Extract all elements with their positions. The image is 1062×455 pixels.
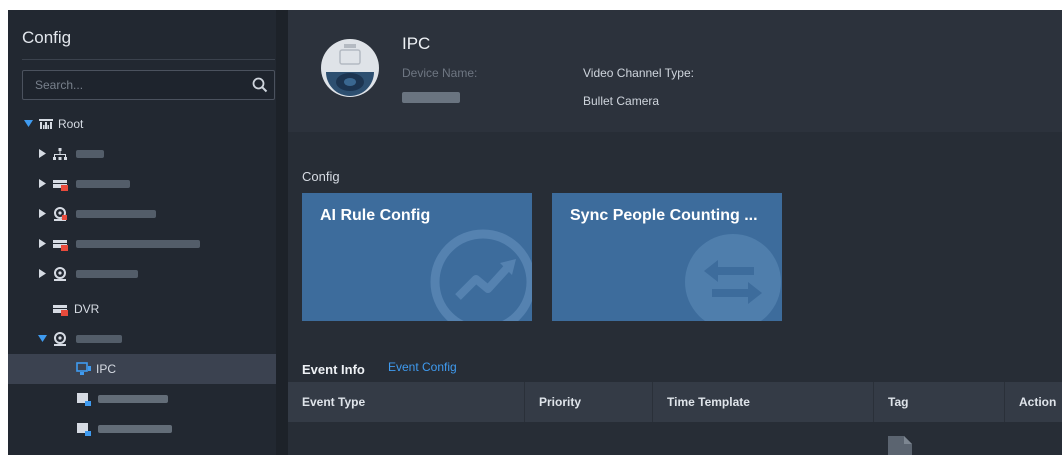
tree-node-camera[interactable] (8, 199, 276, 229)
divider (22, 59, 275, 60)
camera-device-icon (54, 267, 66, 281)
event-table-header: Event Type Priority Time Template Tag Ac… (288, 382, 1062, 422)
sidebar-scrollbar[interactable] (276, 10, 288, 455)
device-name-value-redacted (402, 92, 460, 103)
trend-chart-icon (430, 229, 532, 321)
device-avatar (320, 38, 380, 98)
caret-down-icon[interactable] (38, 334, 47, 343)
column-header-action[interactable]: Action (1005, 382, 1062, 422)
sidebar-title: Config (22, 28, 72, 47)
card-title: AI Rule Config (320, 207, 431, 224)
redacted-label (76, 270, 138, 278)
caret-right-icon[interactable] (38, 179, 47, 188)
video-channel-type-key: Video Channel Type: (583, 66, 694, 80)
sync-arrows-icon (685, 234, 781, 321)
tree-node-dvr[interactable]: DVR (8, 294, 276, 324)
caret-right-icon[interactable] (38, 269, 47, 278)
main-panel: IPC Device Name: Video Channel Type: Bul… (288, 10, 1062, 455)
redacted-label (76, 150, 104, 158)
tree-node-ipc[interactable]: IPC (8, 354, 276, 384)
redacted-label (98, 425, 172, 433)
tree-node-label: IPC (96, 362, 117, 376)
tree-node-channel[interactable] (8, 414, 276, 444)
tree-node-channel[interactable] (8, 384, 276, 414)
card-title: Sync People Counting ... (570, 207, 758, 224)
dome-camera-icon (321, 39, 379, 97)
caret-right-icon[interactable] (38, 209, 47, 218)
tree-node-label: DVR (74, 302, 100, 316)
recorder-icon (53, 180, 68, 191)
device-name-key: Device Name: (402, 66, 478, 80)
column-header-time-template[interactable]: Time Template (653, 382, 873, 422)
tree-node-camera-expanded[interactable] (8, 324, 276, 354)
redacted-label (76, 240, 200, 248)
column-header-tag[interactable]: Tag (874, 382, 1004, 422)
column-header-event-type[interactable]: Event Type (288, 382, 524, 422)
ai-rule-config-card[interactable]: AI Rule Config (302, 193, 532, 321)
redacted-label (98, 395, 168, 403)
channel-icon (77, 423, 91, 436)
redacted-label (76, 180, 130, 188)
tree-node-recorder[interactable] (8, 229, 276, 259)
sync-people-counting-card[interactable]: Sync People Counting ... (552, 193, 782, 321)
config-section-label: Config (302, 169, 340, 184)
caret-down-icon[interactable] (24, 119, 33, 128)
sidebar: Config Root (8, 10, 288, 455)
empty-data-icon (888, 436, 912, 455)
video-channel-type-value: Bullet Camera (583, 94, 660, 108)
tree-node-recorder[interactable] (8, 169, 276, 199)
tree-node-root[interactable]: Root (8, 109, 276, 139)
search-box (22, 70, 275, 100)
event-config-link[interactable]: Event Config (388, 360, 457, 374)
device-header: IPC Device Name: Video Channel Type: Bul… (288, 10, 1062, 132)
camera-device-icon (54, 332, 66, 346)
ipc-channel-icon (76, 362, 91, 375)
tree-node-organization[interactable] (8, 139, 276, 169)
tree-node-camera[interactable] (8, 259, 276, 289)
redacted-label (76, 210, 156, 218)
camera-device-icon (54, 207, 67, 221)
redacted-label (76, 335, 122, 343)
recorder-icon (53, 240, 68, 251)
tree-node-label: Root (58, 117, 84, 131)
dvr-icon (53, 305, 68, 316)
caret-right-icon[interactable] (38, 149, 47, 158)
app-frame: Config Root (8, 10, 1062, 455)
event-info-title: Event Info (302, 362, 365, 377)
device-title: IPC (402, 34, 431, 53)
search-icon[interactable] (251, 76, 269, 94)
column-header-priority[interactable]: Priority (525, 382, 652, 422)
root-org-icon (39, 119, 53, 129)
caret-right-icon[interactable] (38, 239, 47, 248)
organization-icon (53, 148, 67, 160)
channel-icon (77, 393, 91, 406)
search-input[interactable] (23, 71, 255, 99)
